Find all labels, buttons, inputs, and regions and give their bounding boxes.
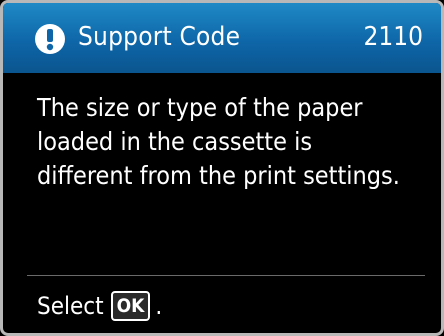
- footer-period: .: [155, 292, 163, 320]
- message-line: The size or type of the paper: [37, 93, 363, 122]
- printer-lcd-screen: Support Code 2110 The size or type of th…: [0, 0, 444, 336]
- message-line: loaded in the cassette is: [37, 127, 313, 156]
- error-message: The size or type of the paper loaded in …: [37, 91, 437, 193]
- message-line: different from the print settings.: [37, 161, 400, 190]
- select-label: Select: [37, 292, 104, 320]
- support-code-title: Support Code: [78, 22, 241, 52]
- header-bar: Support Code 2110: [3, 3, 441, 73]
- ok-button[interactable]: OK: [110, 291, 151, 321]
- footer-instruction: Select OK .: [37, 290, 162, 322]
- footer-divider: [27, 275, 425, 276]
- exclamation-icon: [35, 24, 65, 54]
- support-code-number: 2110: [363, 22, 423, 52]
